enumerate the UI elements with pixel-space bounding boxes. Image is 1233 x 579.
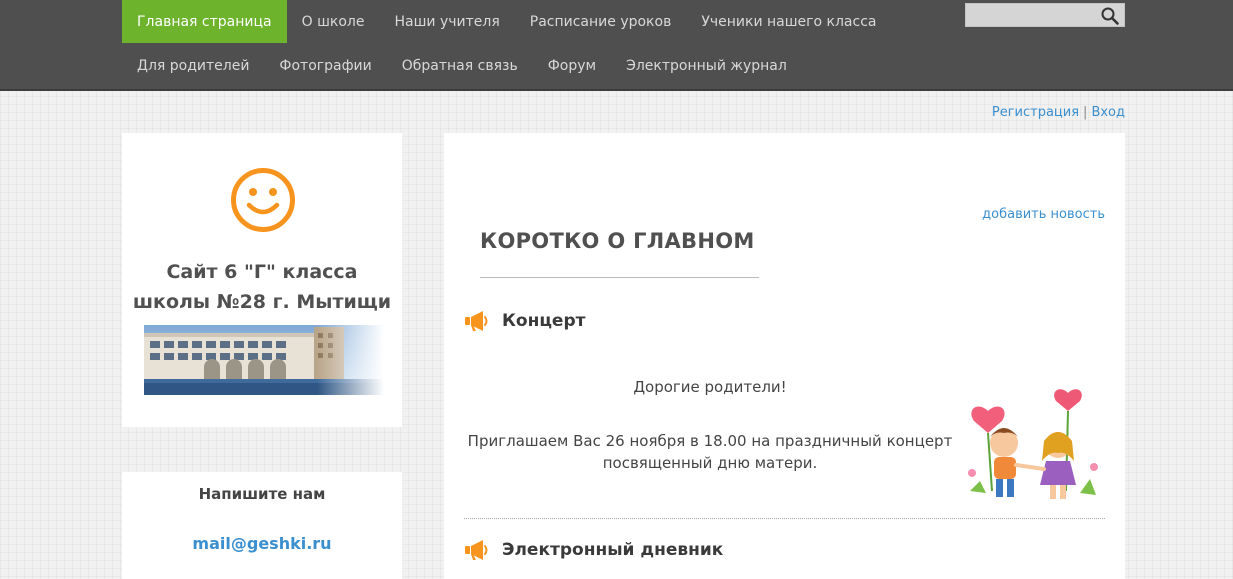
news-divider (464, 518, 1105, 519)
news-greeting: Дорогие родители! (633, 378, 787, 396)
site-title[interactable]: Сайт 6 "Г" класса школы №28 г. Мытищи (122, 257, 402, 317)
kids-with-hearts-image (968, 389, 1098, 499)
news-item-header: Концерт (464, 310, 585, 332)
school-building-image (144, 325, 384, 395)
search-icon[interactable] (1100, 6, 1120, 26)
top-navigation: Главная страница О школе Наши учителя Ра… (0, 0, 1233, 91)
megaphone-icon (465, 311, 488, 331)
nav-item-forum[interactable]: Форум (533, 43, 611, 89)
megaphone-icon (465, 540, 488, 560)
login-link[interactable]: Вход (1091, 105, 1125, 120)
site-title-line1: Сайт 6 "Г" класса (166, 261, 358, 283)
nav-item-e-journal[interactable]: Электронный журнал (611, 43, 802, 89)
nav-item-photos[interactable]: Фотографии (264, 43, 386, 89)
nav-item-feedback[interactable]: Обратная связь (387, 43, 533, 89)
nav-item-students[interactable]: Ученики нашего класса (686, 0, 891, 43)
contact-panel: Напишите нам mail@geshki.ru (122, 472, 402, 579)
site-logo-panel: Сайт 6 "Г" класса школы №28 г. Мытищи (122, 133, 402, 427)
search-box (965, 3, 1125, 27)
search-input[interactable] (966, 4, 1098, 26)
nav-item-home[interactable]: Главная страница (122, 0, 287, 43)
contact-title: Напишите нам (198, 485, 326, 503)
auth-separator: | (1083, 105, 1088, 120)
main-content: добавить новость КОРОТКО О ГЛАВНОМ Конце… (444, 133, 1125, 579)
register-link[interactable]: Регистрация (992, 105, 1079, 120)
news-title-concert[interactable]: Концерт (502, 311, 585, 331)
news-item-header: Электронный дневник (464, 539, 723, 561)
nav-item-about-school[interactable]: О школе (287, 0, 380, 43)
nav-item-teachers[interactable]: Наши учителя (379, 0, 514, 43)
smiley-icon (231, 168, 295, 232)
auth-links: Регистрация | Вход (992, 105, 1125, 120)
nav-item-schedule[interactable]: Расписание уроков (515, 0, 687, 43)
nav-row-primary: Главная страница О школе Наши учителя Ра… (122, 0, 892, 43)
nav-item-parents[interactable]: Для родителей (122, 43, 264, 89)
news-body: Приглашаем Вас 26 ноября в 18.00 на праз… (467, 432, 953, 472)
news-title-e-diary[interactable]: Электронный дневник (502, 540, 723, 560)
contact-email-link[interactable]: mail@geshki.ru (122, 534, 402, 553)
section-title: КОРОТКО О ГЛАВНОМ (480, 229, 755, 253)
site-title-line2: школы №28 г. Мытищи (132, 291, 392, 313)
title-divider (480, 277, 759, 278)
add-news-link[interactable]: добавить новость (982, 207, 1105, 222)
nav-row-secondary: Для родителей Фотографии Обратная связь … (122, 43, 802, 89)
